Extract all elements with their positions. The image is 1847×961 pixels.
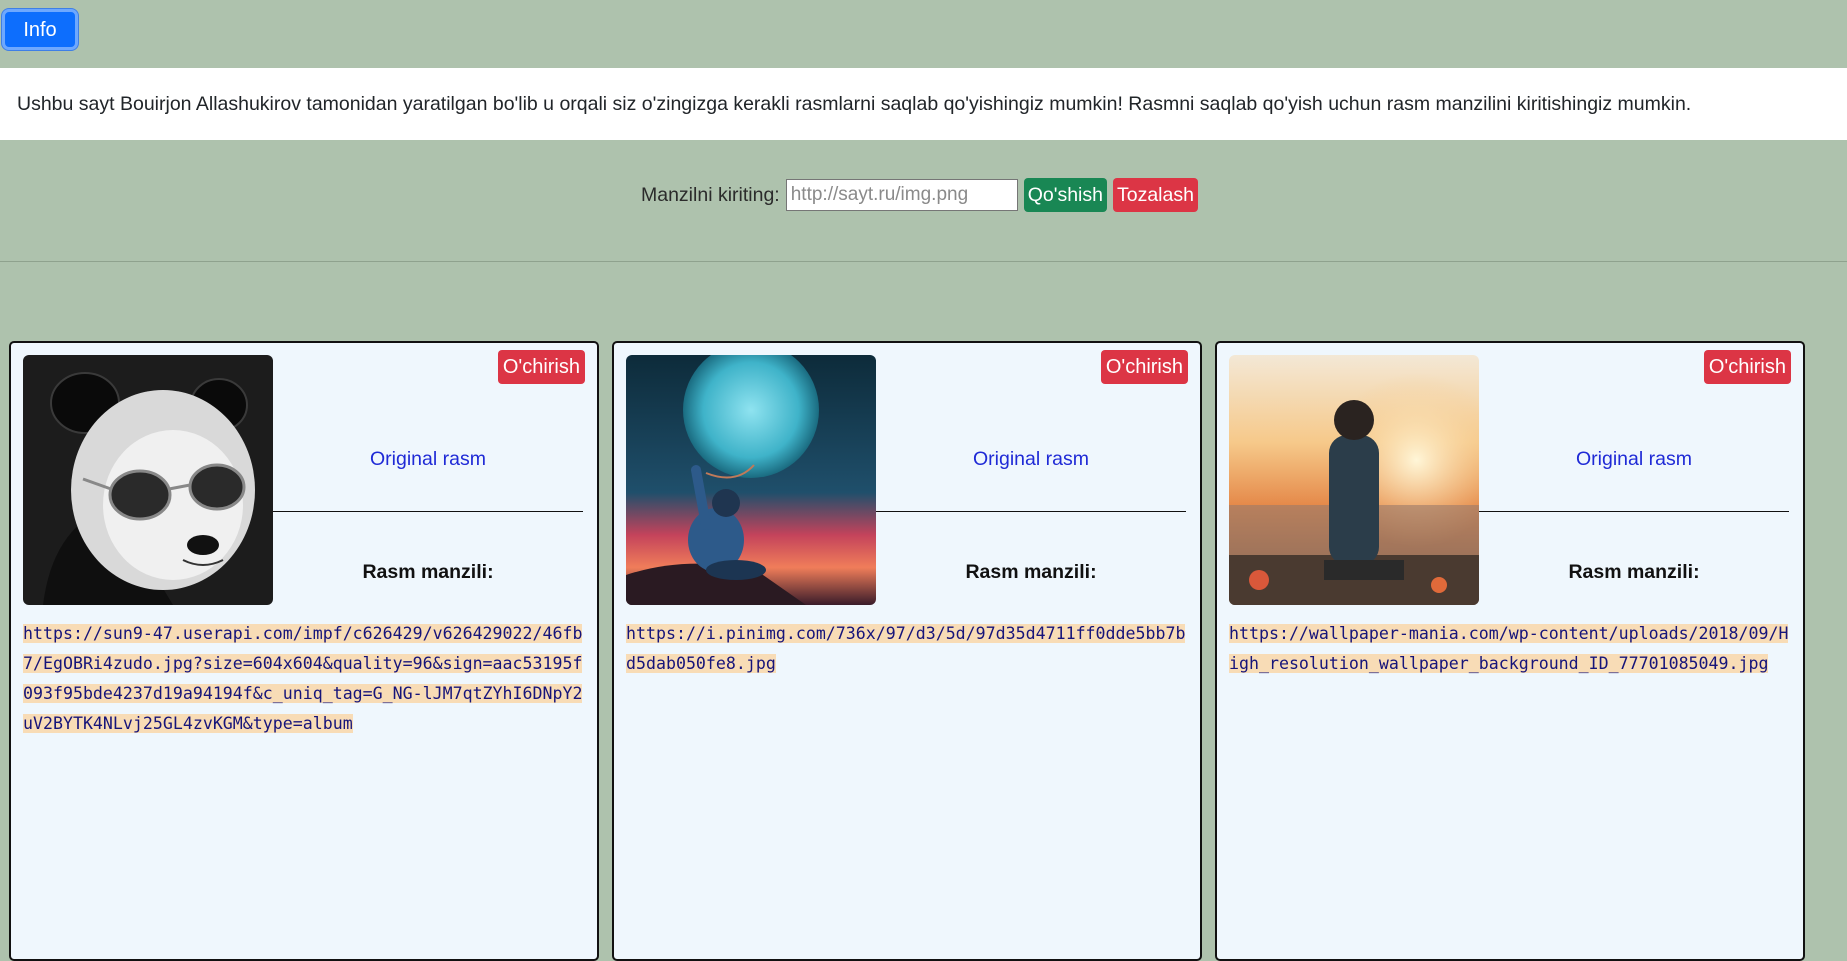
clear-button[interactable]: Tozalash bbox=[1112, 178, 1198, 212]
delete-button[interactable]: O'chirish bbox=[1100, 350, 1188, 384]
url-label: Manzilni kiriting: bbox=[641, 183, 780, 206]
image-card: O'chirish Original rasm Rasm manzili: ht… bbox=[612, 341, 1202, 961]
image-url-text: https://i.pinimg.com/736x/97/d3/5d/97d35… bbox=[626, 624, 1186, 673]
image-card: O'chirish Original rasm Rasm manzili: ht… bbox=[1215, 341, 1805, 961]
image-thumbnail bbox=[23, 355, 273, 605]
image-url: https://i.pinimg.com/736x/97/d3/5d/97d35… bbox=[626, 619, 1188, 679]
image-thumbnail bbox=[626, 355, 876, 605]
image-url-text: https://sun9-47.userapi.com/impf/c626429… bbox=[23, 624, 583, 733]
panda-image bbox=[23, 355, 273, 605]
add-image-form: Manzilni kiriting: Qo'shish Tozalash bbox=[641, 178, 1198, 212]
image-address-label: Rasm manzili: bbox=[1568, 561, 1700, 583]
divider bbox=[0, 261, 1847, 262]
sunset-man-image bbox=[1229, 355, 1479, 605]
delete-button[interactable]: O'chirish bbox=[1703, 350, 1791, 384]
original-image-link[interactable]: Original rasm bbox=[273, 448, 583, 471]
image-url: https://sun9-47.userapi.com/impf/c626429… bbox=[23, 619, 585, 739]
image-url: https://wallpaper-mania.com/wp-content/u… bbox=[1229, 619, 1791, 679]
card-divider bbox=[273, 511, 583, 512]
info-button[interactable]: Info bbox=[2, 9, 78, 50]
image-url-text: https://wallpaper-mania.com/wp-content/u… bbox=[1229, 624, 1789, 673]
original-image-link[interactable]: Original rasm bbox=[1479, 448, 1789, 471]
add-button[interactable]: Qo'shish bbox=[1023, 178, 1107, 212]
url-input[interactable] bbox=[785, 179, 1018, 211]
card-divider bbox=[1479, 511, 1789, 512]
image-thumbnail bbox=[1229, 355, 1479, 605]
image-card: O'chirish Original rasm Rasm manzili: ht… bbox=[9, 341, 599, 961]
info-banner: Ushbu sayt Bouirjon Allashukirov tamonid… bbox=[0, 68, 1847, 140]
image-address-label: Rasm manzili: bbox=[362, 561, 494, 583]
image-address-label: Rasm manzili: bbox=[965, 561, 1097, 583]
original-image-link[interactable]: Original rasm bbox=[876, 448, 1186, 471]
delete-button[interactable]: O'chirish bbox=[497, 350, 585, 384]
card-divider bbox=[876, 511, 1186, 512]
moon-balloon-image bbox=[626, 355, 876, 605]
